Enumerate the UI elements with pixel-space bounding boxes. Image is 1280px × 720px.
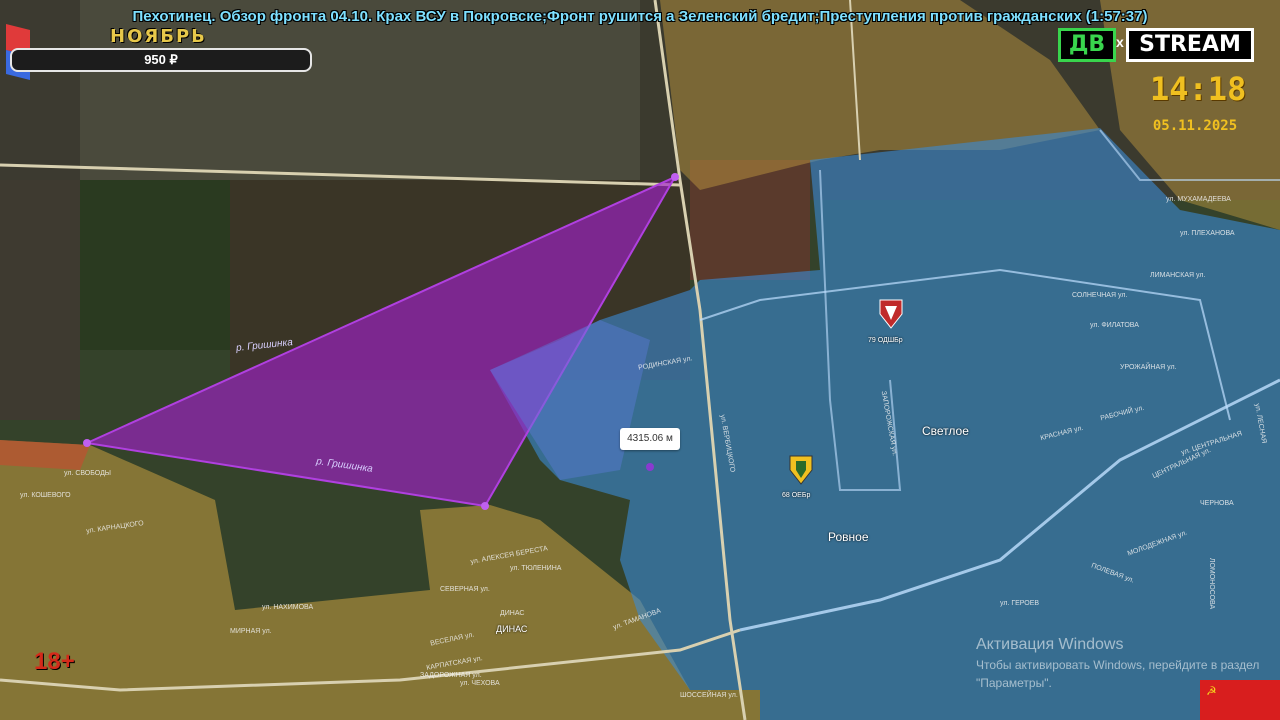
street-label: СЕВЕРНАЯ ул. [440,586,490,593]
place-rovnoe: Ровное [828,530,869,544]
street-label: ул. СВОБОДЫ [64,470,112,477]
unit-label-79: 79 ОДШБр [868,337,903,344]
clock-time: 14:18 [1150,70,1247,108]
logo-x: x [1116,34,1124,50]
street-label: ул. ФИЛАТОВА [1090,322,1139,329]
street-label: ЗАДОРОЖНАЯ ул. [420,672,482,679]
field [0,0,660,180]
street-label: ЛОМОНОСОВА [1208,557,1216,610]
map[interactable] [0,0,1280,720]
place-svetloe: Светлое [922,424,969,438]
distance-tooltip: 4315.06 м [620,428,680,450]
logo-stream: STREAM [1126,28,1254,62]
clock-date: 05.11.2025 [1152,118,1238,134]
street-label: ул. КОШЕВОГО [20,492,71,499]
unit-label-68: 68 ОЕБр [782,492,811,499]
street-label: ДИНАС [500,610,525,617]
street-label: УРОЖАЙНАЯ ул. [1120,364,1177,371]
month-label: НОЯБРЬ [110,26,207,47]
activation-line1: Чтобы активировать Windows, перейдите в … [976,658,1260,672]
age-rating: 18+ [34,648,75,675]
zone-red [0,440,90,470]
street-label: СОЛНЕЧНАЯ ул. [1072,292,1128,299]
soviet-flag: ☭ [1200,680,1280,720]
dp-stream-logo: ДВ x STREAM [1058,28,1256,62]
activation-title: Активация Windows [976,636,1124,653]
donation-bar: 950 ₽ [10,48,312,72]
place-dinas: ДИНАС [496,624,528,634]
field [0,180,80,420]
measurement-vertex [671,173,679,181]
street-label: ШОССЕЙНАЯ ул. [680,692,738,699]
street-label: ЛИМАНСКАЯ ул. [1150,272,1206,279]
field [80,180,230,350]
street-label: МИРНАЯ ул. [230,628,272,635]
measurement-vertex [481,502,489,510]
street-label: ул. МУХАМАДЕЕВА [1166,196,1231,203]
measurement-vertex [83,439,91,447]
donation-amount: 950 ₽ [144,52,178,67]
hammer-sickle-icon: ☭ [1206,684,1217,698]
street-label: ул. ТЮЛЕНИНА [510,565,562,572]
measurement-point [646,463,654,471]
logo-dp: ДВ [1058,28,1116,62]
stream-title: Пехотинец. Обзор фронта 04.10. Крах ВСУ … [132,8,1148,25]
street-label: ул. ГЕРОЕВ [1000,600,1040,607]
street-label: ул. ПЛЕХАНОВА [1180,230,1235,237]
street-label: ЧЕРНОВА [1200,500,1234,507]
street-label: ул. ЧЕХОВА [460,680,500,687]
street-label: ул. НАХИМОВА [262,604,314,611]
